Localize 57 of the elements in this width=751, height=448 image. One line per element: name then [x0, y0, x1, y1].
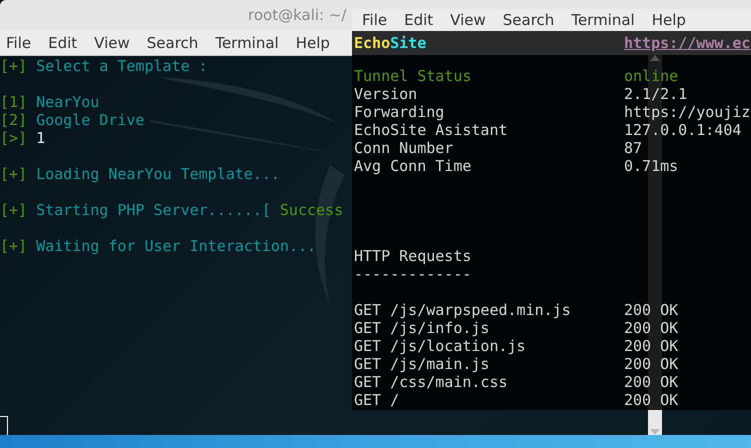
menu-item[interactable]: Search	[146, 34, 198, 52]
output-text: Google Drive	[36, 111, 144, 129]
window-title: root@kali: ~/	[248, 6, 346, 24]
line-marker: [+]	[0, 201, 28, 219]
brand-text: Site	[390, 34, 426, 52]
request-path: GET /css/main.css	[354, 373, 509, 391]
line-marker: [>]	[0, 129, 28, 147]
status-text: Success	[280, 201, 344, 219]
menu-item[interactable]: View	[450, 11, 486, 29]
brand-text: Echo	[354, 34, 390, 52]
menu-item[interactable]: Edit	[48, 34, 78, 52]
line-marker: [2]	[0, 111, 28, 129]
stat-label: EchoSite Asistant	[354, 121, 509, 139]
menu-item[interactable]: File	[6, 34, 32, 52]
request-path: GET /	[354, 391, 400, 409]
stat-value: online	[624, 67, 678, 85]
stat-value: 0.71ms	[624, 157, 678, 175]
stat-label: Version	[354, 85, 418, 103]
request-path: GET /js/info.js	[354, 319, 490, 337]
menu-item[interactable]: Terminal	[571, 11, 635, 29]
request-status: 200 OK	[624, 301, 678, 319]
section-heading: HTTP Requests	[354, 247, 472, 265]
stat-label: Tunnel Status	[354, 67, 472, 85]
menu-item[interactable]: Search	[502, 11, 554, 29]
stat-label: Forwarding	[354, 103, 446, 121]
stat-value: 2.1/2.1	[624, 85, 688, 103]
request-path: GET /js/warpspeed.min.js	[354, 301, 572, 319]
stat-value: 87	[624, 139, 642, 157]
request-status: 200 OK	[624, 337, 678, 355]
output-text: Waiting for User Interaction...	[36, 237, 316, 255]
line-marker: [+]	[0, 57, 28, 75]
menu-item[interactable]: Edit	[404, 11, 434, 29]
url-link[interactable]: https://www.ec	[624, 34, 750, 52]
stat-value: 127.0.0.1:404	[624, 121, 742, 139]
request-status: 200 OK	[624, 319, 678, 337]
line-marker: [+]	[0, 237, 28, 255]
menu-item[interactable]: Help	[652, 11, 686, 29]
menu-item[interactable]: Help	[296, 34, 330, 52]
input-text: 1	[36, 129, 46, 147]
output-text: Select a Template :	[36, 57, 208, 75]
output-text: Loading NearYou Template...	[36, 165, 280, 183]
stat-label: Conn Number	[354, 139, 454, 157]
section-rule: -------------	[354, 265, 472, 283]
request-path: GET /js/location.js	[354, 337, 527, 355]
output-text: Starting PHP Server......[	[36, 201, 271, 219]
request-status: 200 OK	[624, 355, 678, 373]
line-marker: [1]	[0, 93, 28, 111]
output-text: NearYou	[36, 93, 100, 111]
request-status: 200 OK	[624, 373, 678, 391]
stat-label: Avg Conn Time	[354, 157, 472, 175]
menu-item[interactable]: File	[362, 11, 388, 29]
line-marker: [+]	[0, 165, 28, 183]
stat-value: https://youjiz	[624, 103, 750, 121]
request-status: 200 OK	[624, 391, 678, 409]
menu-item[interactable]: Terminal	[215, 34, 279, 52]
menu-item[interactable]: View	[94, 34, 130, 52]
request-path: GET /js/main.js	[354, 355, 490, 373]
